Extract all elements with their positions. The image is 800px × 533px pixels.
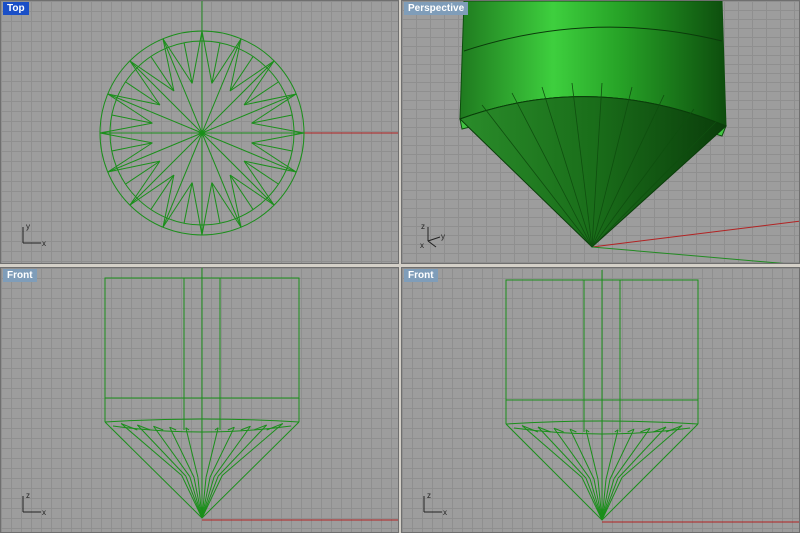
svg-text:x: x (443, 508, 447, 517)
axis-indicator-perspective: z y x (420, 222, 445, 249)
gem-front-wireframe (505, 270, 699, 521)
svg-text:z: z (427, 491, 431, 500)
gem-top-wireframe (99, 30, 305, 236)
front-view-drawing-left (104, 268, 398, 521)
viewport-front-left[interactable]: Front z x (0, 267, 399, 533)
svg-text:y: y (441, 232, 445, 241)
svg-text:z: z (26, 491, 30, 500)
x-axis-line (591, 220, 799, 248)
viewport-title-top[interactable]: Top (3, 2, 29, 15)
axis-indicator-front-right: z x (423, 491, 447, 517)
svg-text:x: x (420, 241, 424, 249)
viewport-top[interactable]: Top y x (0, 0, 399, 264)
viewport-title-front-left[interactable]: Front (3, 269, 37, 282)
viewport-front-right[interactable]: Front z x (401, 267, 800, 533)
gem-front-wireframe (104, 268, 300, 519)
top-view-drawing (99, 1, 398, 236)
y-axis-line (591, 246, 784, 263)
viewport-perspective[interactable]: Perspective z y x (401, 0, 800, 264)
svg-text:z: z (421, 222, 425, 231)
axis-indicator-front-left: z x (22, 491, 46, 517)
svg-text:x: x (42, 508, 46, 517)
svg-text:y: y (26, 222, 30, 231)
viewport-title-perspective[interactable]: Perspective (404, 2, 469, 15)
viewport-title-front-right[interactable]: Front (404, 269, 438, 282)
front-view-drawing-right (505, 270, 799, 523)
svg-text:x: x (42, 239, 46, 248)
perspective-view-drawing (459, 1, 799, 263)
axis-indicator-top: y x (22, 222, 46, 248)
